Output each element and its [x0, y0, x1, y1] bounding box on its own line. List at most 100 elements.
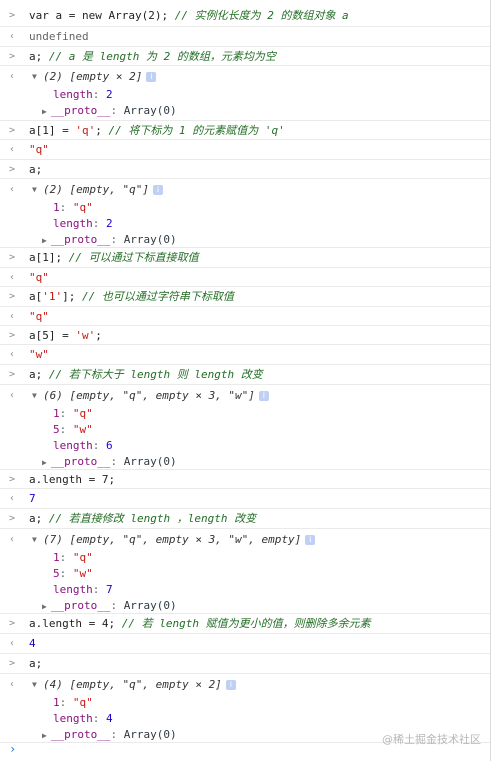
- proto-colon: :: [110, 455, 124, 468]
- collapsed-triangle-icon: ▶: [42, 458, 47, 467]
- console-message: ‹ ▼ (7) [empty, "q", empty × 3, "w", empty…: [0, 529, 490, 614]
- proto-row[interactable]: ▶ __proto__: Array(0): [42, 597, 177, 615]
- code-string: '1': [42, 290, 63, 303]
- code-comment: // 若直接修改 length ，length 改变: [48, 512, 257, 525]
- code-text: ];: [62, 290, 76, 303]
- property-key: length: [53, 88, 93, 101]
- proto-value: Array(0): [123, 455, 177, 468]
- info-icon[interactable]: i: [146, 72, 157, 82]
- code-comment: // 若下标大于 length 则 length 改变: [48, 368, 263, 381]
- input-prompt-icon: >: [9, 10, 16, 21]
- proto-row[interactable]: ▶ __proto__: Array(0): [42, 102, 177, 120]
- output-string: "q": [29, 143, 49, 156]
- output-prompt-icon: ‹: [9, 390, 16, 401]
- code-text: a[1] =: [29, 124, 76, 137]
- output-value: undefined: [29, 30, 89, 43]
- proto-row[interactable]: ▶ __proto__: Array(0): [42, 231, 177, 249]
- code-text: a[: [29, 290, 43, 303]
- property-key: 5: [53, 423, 60, 436]
- collapsed-triangle-icon: ▶: [42, 107, 47, 116]
- proto-value: Array(0): [123, 599, 177, 612]
- console-message: ‹ ▼ (6) [empty, "q", empty × 3, "w"] i 1: "q…: [0, 385, 490, 470]
- property-colon: :: [59, 423, 73, 436]
- input-code: a[5] = 'w';: [29, 327, 102, 345]
- proto-key: __proto__: [50, 233, 111, 246]
- proto-key: __proto__: [50, 104, 111, 117]
- output-prompt-icon: ‹: [9, 144, 16, 155]
- code-text: ;: [95, 124, 102, 137]
- input-prompt-icon: >: [9, 369, 16, 380]
- code-comment: // 实例化长度为 2 的数组对象 a: [174, 9, 349, 22]
- output-string: "q": [29, 271, 49, 284]
- proto-colon: :: [110, 104, 124, 117]
- code-text: a[5] =: [29, 329, 76, 342]
- console-message: ‹ ▼ (2) [empty × 2] i length: 2 ▶ __proto__: A…: [0, 66, 490, 121]
- property-key: 1: [53, 551, 60, 564]
- console-message: ‹ 4: [0, 634, 490, 654]
- proto-row[interactable]: ▶ __proto__: Array(0): [42, 726, 177, 744]
- input-prompt-icon: >: [9, 658, 16, 669]
- input-code: a.length = 4; // 若 length 赋值为更小的值，则删除多余元…: [29, 615, 371, 633]
- property-colon: :: [92, 88, 106, 101]
- property-colon: :: [59, 567, 73, 580]
- info-icon[interactable]: i: [258, 391, 269, 401]
- output-prompt-icon: ‹: [9, 638, 16, 649]
- property-value: "q": [72, 551, 93, 564]
- output-prompt-icon: ‹: [9, 679, 16, 690]
- expanded-triangle-icon: ▼: [32, 72, 37, 81]
- console-message: > a['1']; // 也可以通过字符串下标取值: [0, 287, 490, 307]
- code-text: a;: [29, 50, 43, 63]
- input-prompt-icon: >: [9, 51, 16, 62]
- array-preview: (2) [empty × 2]: [43, 70, 143, 83]
- input-prompt-icon: >: [9, 252, 16, 263]
- console-prompt-icon[interactable]: ›: [9, 740, 16, 758]
- output-prompt-icon: ‹: [9, 71, 16, 82]
- output-prompt-icon: ‹: [9, 534, 16, 545]
- code-text: ;: [95, 329, 102, 342]
- console-message: ‹ undefined: [0, 27, 490, 47]
- property-value: "w": [72, 567, 93, 580]
- output-string: "w": [29, 348, 49, 361]
- proto-key: __proto__: [50, 455, 111, 468]
- property-key: 1: [53, 696, 60, 709]
- proto-value: Array(0): [123, 104, 177, 117]
- info-icon[interactable]: i: [225, 680, 236, 690]
- code-string: 'w': [75, 329, 96, 342]
- console-message: > a;: [0, 654, 490, 674]
- info-icon[interactable]: i: [152, 185, 163, 195]
- input-prompt-icon: >: [9, 513, 16, 524]
- console-message: > a; // 若下标大于 length 则 length 改变: [0, 365, 490, 385]
- input-code: a[1] = 'q'; // 将下标为 1 的元素赋值为 'q': [29, 122, 285, 140]
- property-value: 2: [106, 217, 113, 230]
- array-preview: (6) [empty, "q", empty × 3, "w"]: [43, 389, 255, 402]
- input-prompt-icon: >: [9, 474, 16, 485]
- expanded-triangle-icon: ▼: [32, 680, 37, 689]
- input-code: a['1']; // 也可以通过字符串下标取值: [29, 288, 234, 306]
- proto-key: __proto__: [50, 599, 111, 612]
- code-comment: // a 是 length 为 2 的数组，元素均为空: [48, 50, 276, 63]
- code-comment: // 也可以通过字符串下标取值: [82, 290, 234, 303]
- collapsed-triangle-icon: ▶: [42, 602, 47, 611]
- property-value: 2: [106, 88, 113, 101]
- proto-row[interactable]: ▶ __proto__: Array(0): [42, 453, 177, 471]
- array-preview: (2) [empty, "q"]: [43, 183, 149, 196]
- code-text: a;: [29, 657, 43, 670]
- expanded-triangle-icon: ▼: [32, 391, 37, 400]
- console-message: > a; // 若直接修改 length ，length 改变: [0, 509, 490, 529]
- property-key: 1: [53, 201, 60, 214]
- console-message: ‹ "q": [0, 307, 490, 326]
- input-prompt-icon: >: [9, 330, 16, 341]
- console-message: ‹ ▼ (2) [empty, "q"] i 1: "q" length: 2 ▶ __pro…: [0, 179, 490, 248]
- output-prompt-icon: ‹: [9, 349, 16, 360]
- input-code: a;: [29, 655, 42, 673]
- console-message: > a[1]; // 可以通过下标直接取值: [0, 248, 490, 268]
- code-string: 'q': [75, 124, 96, 137]
- property-colon: :: [59, 201, 73, 214]
- info-icon[interactable]: i: [305, 535, 316, 545]
- input-prompt-icon: >: [9, 164, 16, 175]
- code-comment: // 将下标为 1 的元素赋值为 'q': [108, 124, 285, 137]
